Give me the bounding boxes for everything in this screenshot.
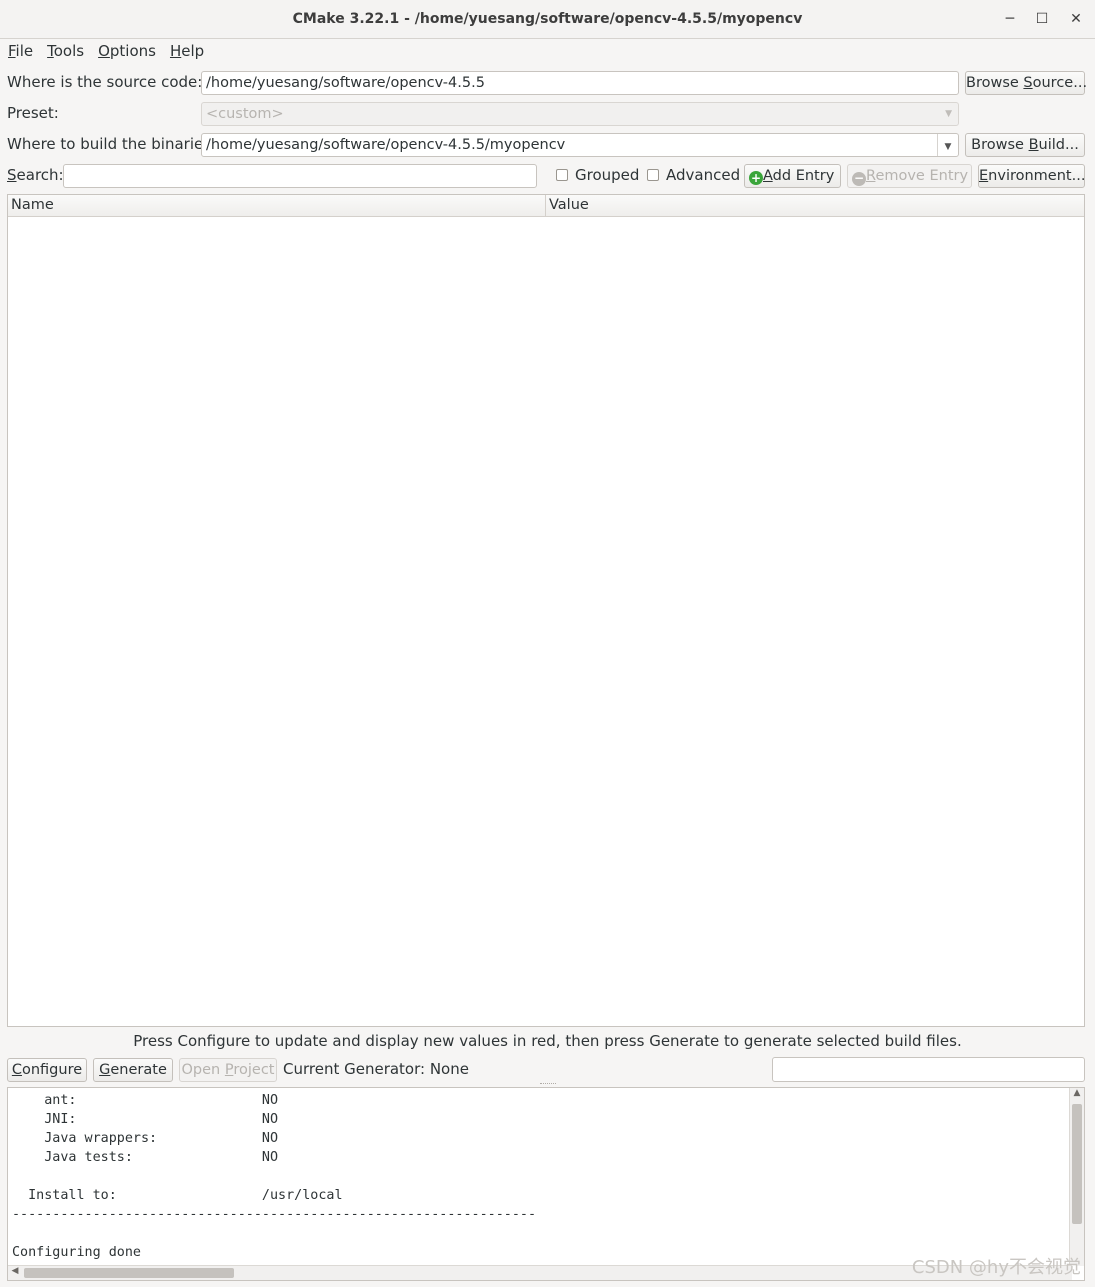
chevron-down-icon: ▼ — [944, 142, 952, 152]
scrollbar-thumb[interactable] — [1072, 1104, 1082, 1224]
watermark: CSDN @hy不会视觉 — [911, 1257, 1081, 1278]
menu-tools[interactable]: Tools — [47, 42, 84, 60]
environment-button[interactable]: Environment... — [978, 164, 1085, 188]
cache-table[interactable]: Name Value — [7, 194, 1085, 1027]
preset-select: <custom> ▼ — [201, 102, 959, 126]
build-label: Where to build the binaries: — [7, 135, 217, 153]
output-log-text: ant: NO JNI: NO Java wrappers: NO Java t… — [12, 1093, 537, 1260]
close-icon: ✕ — [1070, 11, 1082, 27]
splitter-handle[interactable] — [540, 1083, 556, 1086]
preset-value: <custom> — [206, 106, 284, 122]
hscrollbar-thumb[interactable] — [24, 1268, 234, 1278]
column-header-name[interactable]: Name — [8, 195, 546, 216]
configure-button[interactable]: Configure — [7, 1058, 87, 1082]
grouped-label: Grouped — [575, 166, 640, 184]
menu-help[interactable]: Help — [170, 42, 204, 60]
output-log[interactable]: ant: NO JNI: NO Java wrappers: NO Java t… — [7, 1087, 1085, 1281]
search-input[interactable] — [63, 164, 537, 188]
hint-text: Press Configure to update and display ne… — [133, 1032, 962, 1050]
progress-bar — [772, 1057, 1085, 1082]
vertical-scrollbar[interactable]: ▲ — [1069, 1088, 1084, 1266]
maximize-icon: ☐ — [1035, 11, 1049, 27]
advanced-checkbox-box[interactable] — [647, 169, 659, 181]
source-path-input[interactable]: /home/yuesang/software/opencv-4.5.5 — [201, 71, 959, 95]
scroll-left-icon[interactable]: ◀ — [8, 1266, 22, 1276]
browse-build-button[interactable]: Browse Build... — [965, 133, 1085, 157]
menubar: File Tools Options Help — [0, 39, 1095, 63]
grouped-checkbox[interactable]: Grouped — [556, 166, 639, 184]
minimize-button[interactable]: ─ — [1000, 9, 1020, 29]
build-dropdown-button[interactable]: ▼ — [937, 134, 958, 156]
menu-options[interactable]: Options — [98, 42, 156, 60]
menu-file[interactable]: File — [8, 42, 33, 60]
open-project-button[interactable]: Open Project — [179, 1058, 277, 1082]
maximize-button[interactable]: ☐ — [1032, 9, 1052, 29]
add-entry-button[interactable]: + Add Entry — [744, 164, 841, 188]
search-label: Search: — [7, 166, 64, 184]
minus-circle-icon: − — [852, 171, 866, 186]
advanced-label: Advanced — [666, 166, 741, 184]
scroll-up-icon[interactable]: ▲ — [1070, 1088, 1084, 1098]
chevron-down-icon: ▼ — [945, 109, 952, 119]
generate-button[interactable]: Generate — [93, 1058, 173, 1082]
window-title: CMake 3.22.1 - /home/yuesang/software/op… — [292, 11, 803, 27]
remove-entry-button[interactable]: − Remove Entry — [847, 164, 972, 188]
browse-source-button[interactable]: Browse Source... — [965, 71, 1087, 95]
column-header-value[interactable]: Value — [546, 195, 1084, 216]
preset-label: Preset: — [7, 104, 59, 122]
table-header: Name Value — [8, 195, 1084, 217]
source-label: Where is the source code: — [7, 73, 203, 91]
close-button[interactable]: ✕ — [1066, 9, 1086, 29]
plus-circle-icon: + — [749, 171, 763, 185]
current-generator-label: Current Generator: None — [283, 1060, 469, 1078]
advanced-checkbox[interactable]: Advanced — [647, 166, 740, 184]
grouped-checkbox-box[interactable] — [556, 169, 568, 181]
minimize-icon: ─ — [1005, 11, 1015, 27]
build-path-combo[interactable]: /home/yuesang/software/opencv-4.5.5/myop… — [201, 133, 959, 157]
build-path-value: /home/yuesang/software/opencv-4.5.5/myop… — [206, 137, 566, 153]
window-titlebar: CMake 3.22.1 - /home/yuesang/software/op… — [0, 0, 1095, 39]
